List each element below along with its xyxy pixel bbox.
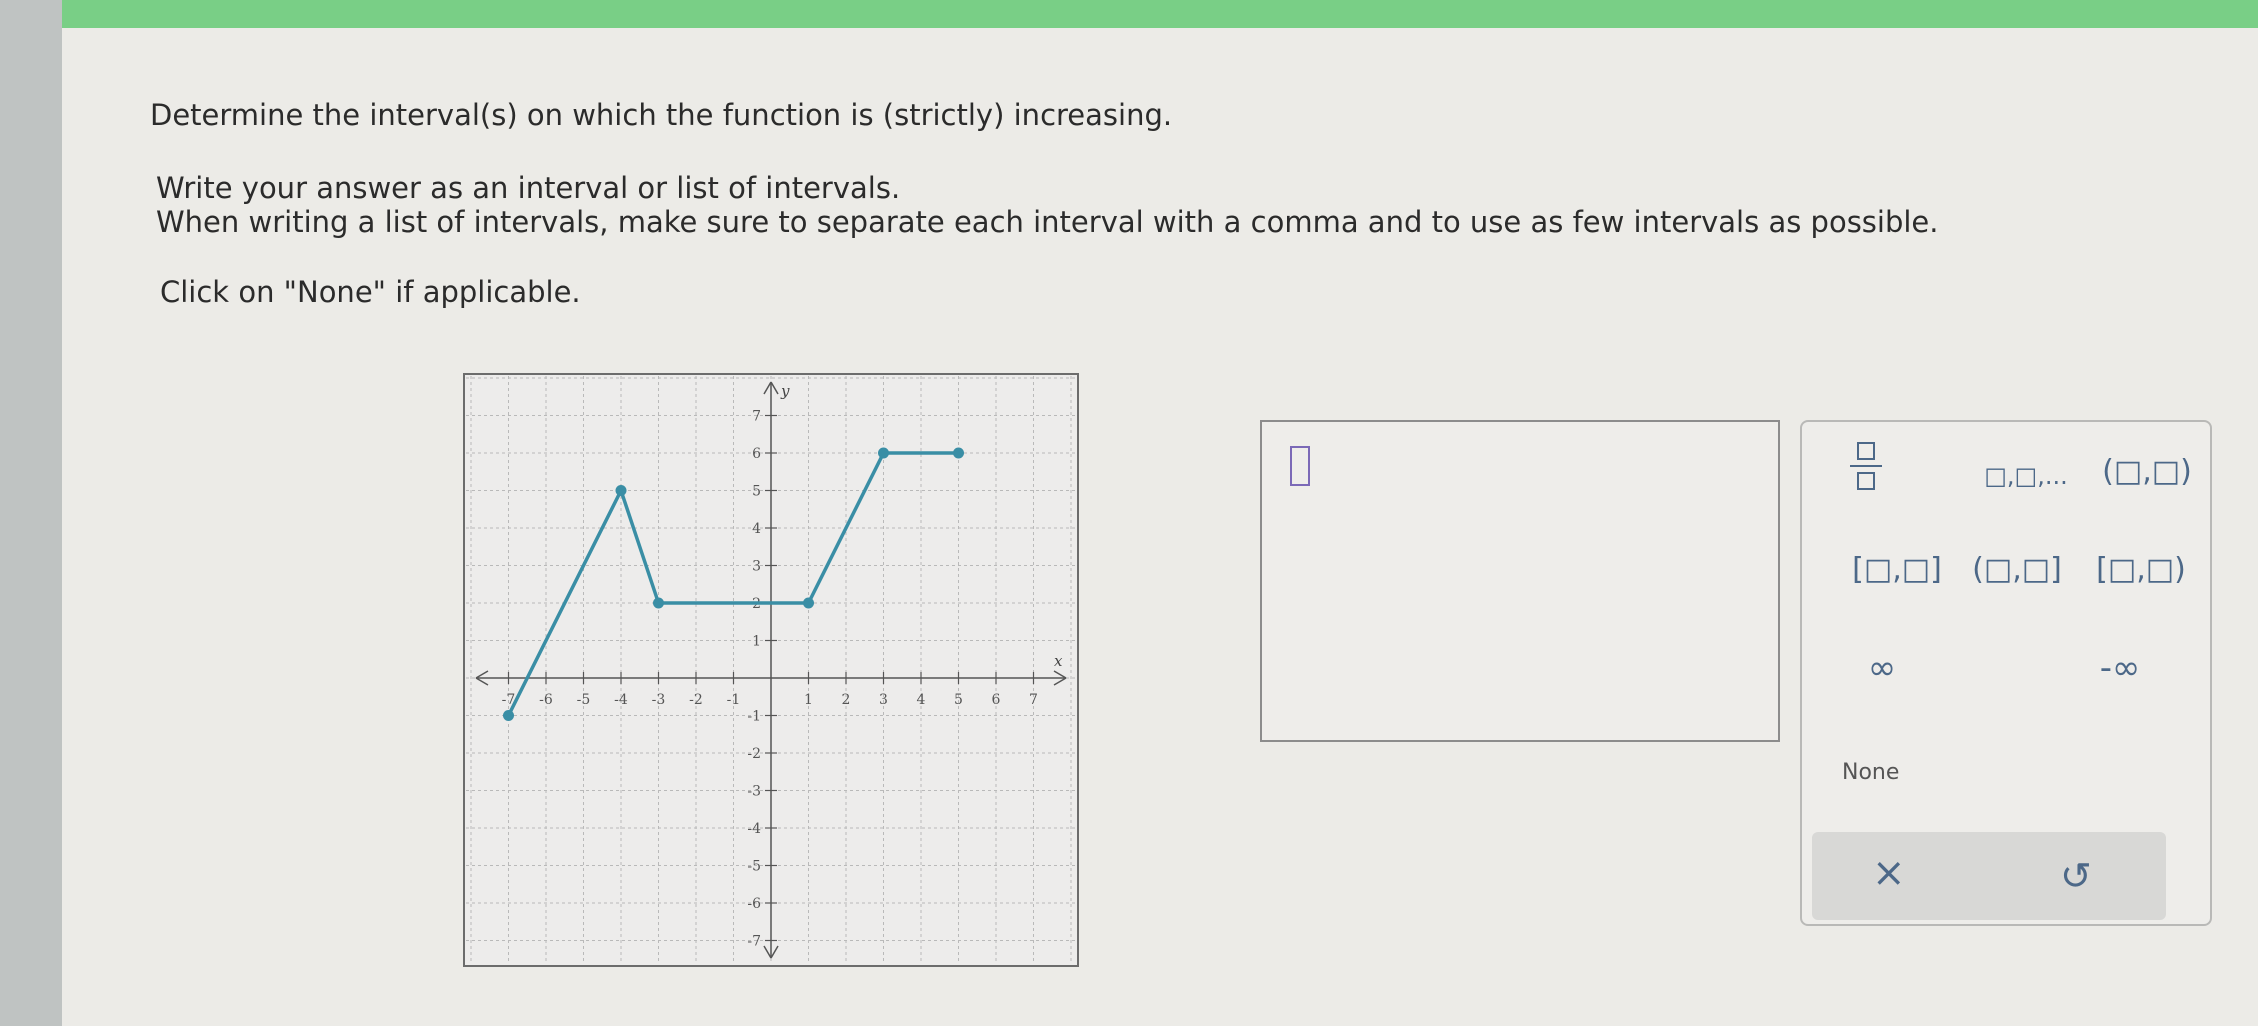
y-tick-label: -6	[747, 896, 761, 912]
keypad-actions: × ↺	[1812, 832, 2166, 920]
x-tick-label: -2	[689, 692, 703, 708]
list-key[interactable]: □,□,...	[1976, 462, 2076, 490]
function-graph: xy-7 -6 -5 -4 -3 -2 -1 1 2 3 4 5 6 77654321-1-2-3-4-5…	[463, 373, 1079, 967]
math-keypad: □,□,... (□,□) [□,□] (□,□] [□,□) ∞ -∞ Non…	[1800, 420, 2212, 926]
x-tick-label: 5	[954, 692, 963, 708]
fraction-key[interactable]	[1836, 442, 1896, 498]
closed-interval-key[interactable]: [□,□]	[1842, 552, 1952, 587]
function-vertex-point	[878, 447, 889, 459]
open-interval-key[interactable]: (□,□)	[2092, 454, 2202, 489]
input-cursor-placeholder	[1290, 446, 1310, 486]
x-tick-label: 1	[804, 692, 813, 708]
y-axis-label: y	[780, 382, 790, 400]
function-vertex-point	[503, 710, 514, 721]
y-tick-label: -3	[747, 784, 761, 800]
x-tick-label: -1	[727, 692, 741, 708]
y-tick-label: -1	[747, 709, 761, 725]
function-vertex-point	[615, 485, 627, 496]
x-tick-label: -6	[539, 692, 553, 708]
x-axis-label: x	[1054, 652, 1063, 670]
y-tick-label: 1	[752, 634, 761, 650]
y-tick-label: -4	[747, 821, 761, 837]
function-vertex-point	[653, 597, 664, 609]
x-tick-label: 7	[1029, 692, 1038, 708]
x-tick-label: 2	[842, 692, 851, 708]
none-button[interactable]: None	[1842, 760, 1922, 785]
x-tick-label: 4	[917, 692, 926, 708]
y-tick-label: 4	[752, 521, 761, 537]
undo-icon[interactable]: ↺	[2060, 854, 2092, 898]
y-tick-label: -5	[747, 859, 761, 875]
closed-open-interval-key[interactable]: [□,□)	[2086, 552, 2196, 587]
instruction-format: Write your answer as an interval or list…	[156, 171, 901, 205]
y-tick-label: 5	[752, 484, 761, 500]
clear-icon[interactable]: ×	[1872, 850, 1906, 896]
negative-infinity-key[interactable]: -∞	[2070, 648, 2170, 688]
answer-input[interactable]	[1260, 420, 1780, 742]
open-closed-interval-key[interactable]: (□,□]	[1962, 552, 2072, 587]
x-tick-label: -3	[652, 692, 666, 708]
instruction-none: Click on "None" if applicable.	[160, 275, 581, 309]
x-tick-label: -4	[614, 692, 628, 708]
x-tick-label: 3	[879, 692, 888, 708]
x-tick-label: 6	[992, 692, 1001, 708]
y-tick-label: 7	[752, 409, 761, 425]
fraction-icon	[1850, 442, 1882, 490]
y-tick-label: -7	[747, 934, 761, 950]
y-tick-label: 6	[752, 446, 761, 462]
instruction-list: When writing a list of intervals, make s…	[156, 205, 1939, 239]
y-tick-label: -2	[747, 746, 761, 762]
function-vertex-point	[803, 597, 814, 609]
y-tick-label: 3	[752, 559, 761, 575]
question-prompt: Determine the interval(s) on which the f…	[150, 98, 1173, 132]
function-vertex-point	[953, 447, 964, 459]
infinity-key[interactable]: ∞	[1842, 648, 1922, 688]
top-bar	[62, 0, 2258, 28]
x-tick-label: -5	[577, 692, 591, 708]
